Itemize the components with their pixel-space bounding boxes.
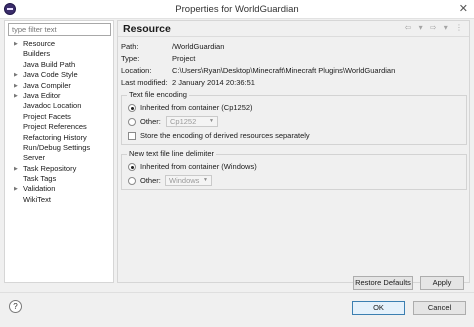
sidebar-item-task-repository[interactable]: ▶ Task Repository (5, 164, 113, 174)
page-header: Resource ⇦ ▾ ⇨ ▾ ⋮ (118, 21, 469, 37)
sidebar-item-java-build-path[interactable]: Java Build Path (5, 60, 113, 70)
sidebar-item-label: Task Repository (23, 163, 77, 173)
encoding-group: Text file encoding Inherited from contai… (121, 90, 467, 145)
back-icon[interactable]: ⇦ (405, 23, 412, 32)
sidebar-item-wikitext[interactable]: WikiText (5, 195, 113, 205)
cancel-button[interactable]: Cancel (413, 301, 466, 315)
expand-icon[interactable]: ▶ (14, 184, 18, 194)
nav-icons: ⇦ ▾ ⇨ ▾ ⋮ (400, 23, 463, 32)
page-title: Resource (123, 23, 171, 35)
sidebar-item-java-editor[interactable]: ▶ Java Editor (5, 91, 113, 101)
delimiter-inherited-label[interactable]: Inherited from container (Windows) (140, 162, 257, 171)
encoding-other-value: Cp1252 (170, 117, 197, 126)
property-page: Resource ⇦ ▾ ⇨ ▾ ⋮ Path: /WorldGuardian … (117, 20, 470, 290)
sidebar-item-label: Project References (23, 122, 87, 132)
delimiter-other-label[interactable]: Other: (140, 176, 161, 185)
footer-separator (0, 292, 474, 293)
sidebar-item-label: Java Build Path (23, 59, 76, 69)
modified-label: Last modified: (121, 78, 168, 87)
forward-menu-icon[interactable]: ▾ (444, 23, 448, 32)
sidebar-item-label: Task Tags (23, 174, 57, 184)
sidebar-item-project-facets[interactable]: Project Facets (5, 112, 113, 122)
type-label: Type: (121, 54, 140, 63)
sidebar-item-run-debug-settings[interactable]: Run/Debug Settings (5, 143, 113, 153)
expand-icon[interactable]: ▶ (14, 81, 18, 91)
filter-input[interactable] (8, 23, 111, 36)
sidebar-item-label: Run/Debug Settings (23, 142, 91, 152)
sidebar-item-label: Server (23, 153, 46, 163)
location-value: C:\Users\Ryan\Desktop\Minecraft\Minecraf… (172, 66, 396, 75)
ok-button[interactable]: OK (352, 301, 405, 315)
sidebar-item-java-compiler[interactable]: ▶ Java Compiler (5, 81, 113, 91)
help-icon[interactable]: ? (9, 300, 22, 313)
back-menu-icon[interactable]: ▾ (419, 23, 423, 32)
expand-icon[interactable]: ▶ (14, 70, 18, 80)
forward-icon[interactable]: ⇨ (430, 23, 437, 32)
sidebar-item-label: Java Compiler (23, 80, 71, 90)
delimiter-other-radio[interactable] (128, 177, 136, 185)
sidebar-item-validation[interactable]: ▶ Validation (5, 184, 113, 194)
delimiter-group: New text file line delimiter Inherited f… (121, 149, 467, 190)
delimiter-other-combo[interactable]: Windows ▼ (165, 175, 212, 186)
encoding-inherited-label[interactable]: Inherited from container (Cp1252) (140, 103, 253, 112)
delimiter-group-title: New text file line delimiter (127, 149, 217, 158)
sidebar-item-label: WikiText (23, 194, 51, 204)
sidebar-item-label: Refactoring History (23, 132, 87, 142)
sidebar-item-label: Project Facets (23, 111, 71, 121)
delimiter-other-value: Windows (169, 176, 200, 185)
chevron-down-icon: ▼ (203, 177, 208, 183)
sidebar-item-label: Java Code Style (23, 70, 78, 80)
encoding-other-combo[interactable]: Cp1252 ▼ (166, 116, 218, 127)
sidebar-item-label: Validation (23, 184, 56, 194)
encoding-inherited-radio[interactable] (128, 104, 136, 112)
sidebar-item-server[interactable]: Server (5, 153, 113, 163)
expand-icon[interactable]: ▶ (14, 91, 18, 101)
restore-defaults-button[interactable]: Restore Defaults (353, 276, 413, 290)
path-label: Path: (121, 42, 139, 51)
type-value: Project (172, 54, 196, 63)
sidebar-item-label: Resource (23, 39, 56, 48)
sidebar-item-java-code-style[interactable]: ▶ Java Code Style (5, 70, 113, 80)
sidebar-item-label: Javadoc Location (23, 101, 82, 111)
sidebar-item-task-tags[interactable]: Task Tags (5, 174, 113, 184)
encoding-other-label[interactable]: Other: (140, 117, 161, 126)
chevron-down-icon: ▼ (209, 118, 214, 124)
apply-button[interactable]: Apply (420, 276, 464, 290)
sidebar-item-resource[interactable]: ▶ Resource (5, 39, 113, 49)
store-encoding-label[interactable]: Store the encoding of derived resources … (140, 131, 310, 140)
sidebar-item-builders[interactable]: Builders (5, 49, 113, 59)
sidebar-item-refactoring-history[interactable]: Refactoring History (5, 133, 113, 143)
sidebar-item-label: Builders (23, 49, 51, 59)
expand-icon[interactable]: ▶ (14, 39, 18, 49)
sidebar-item-label: Java Editor (23, 90, 61, 100)
window-title: Properties for WorldGuardian (175, 4, 299, 15)
category-tree: ▶ Resource Builders Java Build Path ▶ Java Co… (5, 39, 113, 205)
encoding-group-title: Text file encoding (127, 90, 189, 99)
sidebar-item-project-references[interactable]: Project References (5, 122, 113, 132)
store-encoding-checkbox[interactable] (128, 132, 136, 140)
category-pane: ▶ ResourceBuildersJava Build Path ▶ Java Co… (4, 20, 114, 283)
sidebar-item-javadoc-location[interactable]: Javadoc Location (5, 101, 113, 111)
expand-icon[interactable]: ▶ (14, 164, 18, 174)
title-bar: Properties for WorldGuardian ✕ (0, 0, 474, 19)
delimiter-inherited-radio[interactable] (128, 163, 136, 171)
close-icon[interactable]: ✕ (459, 2, 468, 15)
modified-value: 2 January 2014 20:36:51 (172, 78, 255, 87)
path-value: /WorldGuardian (172, 42, 225, 51)
encoding-other-radio[interactable] (128, 118, 136, 126)
view-menu-icon[interactable]: ⋮ (455, 23, 463, 32)
location-label: Location: (121, 66, 152, 75)
